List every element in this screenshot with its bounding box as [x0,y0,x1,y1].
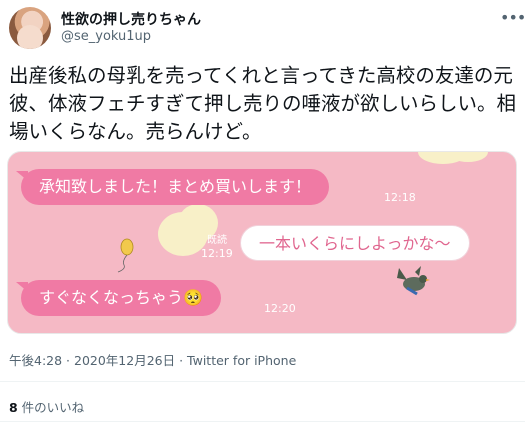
author-handle[interactable]: @se_yoku1up [61,29,151,44]
message-time: 12:19 [201,247,233,260]
balloon-icon [117,238,134,273]
chat-message-incoming: 承知致しました！まとめ買いします！ [21,169,330,205]
tweet-text: 出産後私の母乳を売ってくれと言ってきた高校の友達の元彼、体液フェチすぎて押し売り… [9,64,517,143]
avatar[interactable] [9,7,51,49]
tweet-media-chat-screenshot[interactable]: 承知致しました！まとめ買いします！ 12:18 既読 12:19 一本いくらにし… [7,151,517,334]
read-receipt: 既読 [207,235,227,246]
like-count: 8 [9,400,18,415]
like-label: 件のいいね [17,400,85,415]
tweet-source[interactable]: Twitter for iPhone [187,353,296,368]
chat-message-outgoing: 一本いくらにしよっかな〜 [240,225,470,261]
message-time: 12:18 [384,191,416,204]
chat-message-incoming: すぐなくなっちゃう🥺 [21,280,221,316]
meta-separator: · [175,353,188,368]
tweet-timestamp[interactable]: 午後4:28 · 2020年12月26日 [9,353,175,368]
author-display-name[interactable]: 性欲の押し売りちゃん [61,9,201,29]
bird-icon [397,266,430,296]
more-icon[interactable]: ••• [500,8,525,27]
divider [0,381,525,382]
message-time: 12:20 [264,302,296,315]
tweet-meta: 午後4:28 · 2020年12月26日 · Twitter for iPhon… [9,350,296,369]
like-count-link[interactable]: 8 件のいいね [9,397,84,416]
